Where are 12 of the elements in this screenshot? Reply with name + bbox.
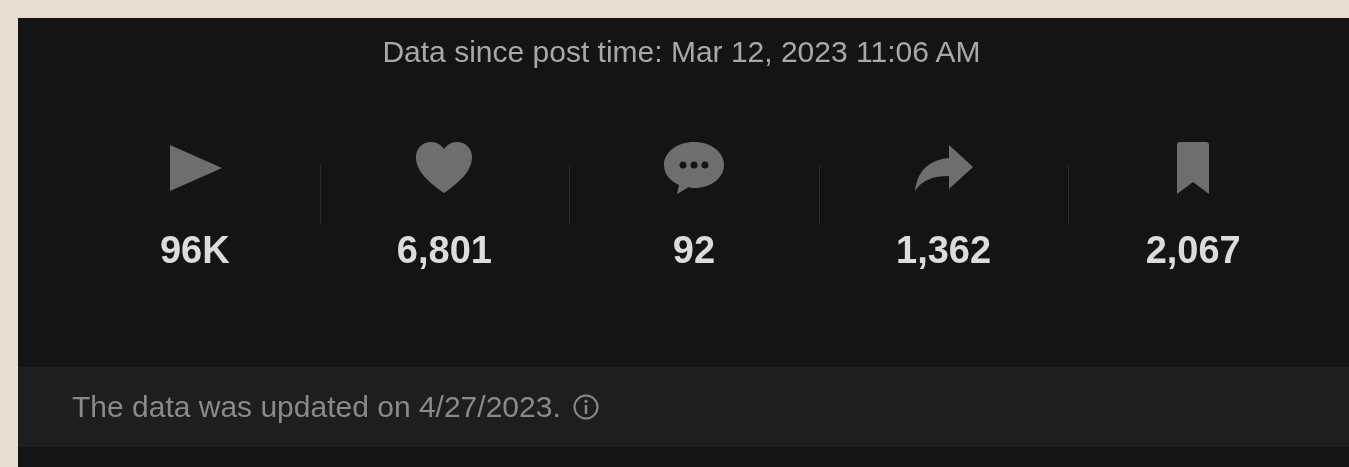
update-note: The data was updated on 4/27/2023. xyxy=(72,390,561,424)
comment-icon xyxy=(662,140,726,196)
info-icon[interactable] xyxy=(572,394,599,420)
stat-count: 6,801 xyxy=(396,229,492,272)
share-icon xyxy=(912,143,975,193)
bookmark-icon xyxy=(1176,140,1211,196)
heart-icon xyxy=(414,141,475,195)
stat-count: 2,067 xyxy=(1145,229,1241,272)
post-time-caption: Data since post time: Mar 12, 2023 11:06 AM xyxy=(381,34,982,70)
stat-count: 96K xyxy=(159,229,230,272)
stat-count: 92 xyxy=(672,229,716,272)
stat-count: 1,362 xyxy=(896,229,992,272)
